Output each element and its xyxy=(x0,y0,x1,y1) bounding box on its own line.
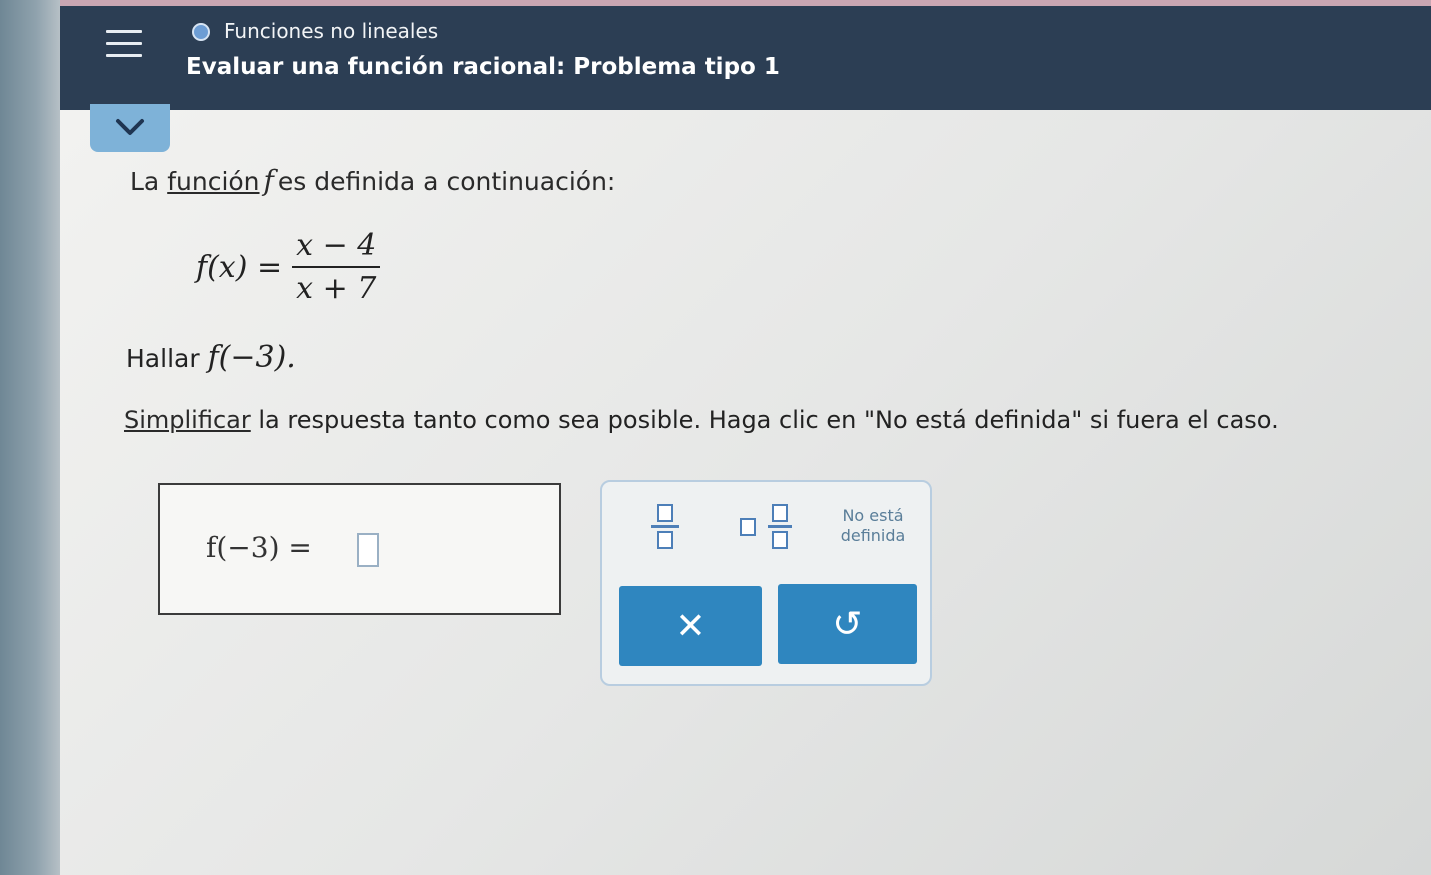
math-toolbox: No está definida ✕ ↺ xyxy=(600,480,932,686)
formula-lhs: f(x) = xyxy=(196,249,283,285)
denominator-box-icon xyxy=(772,531,788,549)
answer-input[interactable] xyxy=(357,533,379,567)
fraction-button[interactable] xyxy=(650,504,680,558)
topic-title: Funciones no lineales xyxy=(224,19,439,43)
function-variable: f xyxy=(263,164,274,197)
find-expression: f(−3). xyxy=(207,340,296,375)
whole-box-icon xyxy=(740,518,756,536)
function-link[interactable]: función xyxy=(167,167,259,196)
header-top-line xyxy=(60,0,1431,6)
undefined-button[interactable]: No está definida xyxy=(828,506,918,546)
answer-label: f(−3) = xyxy=(206,531,312,564)
close-icon: ✕ xyxy=(675,605,706,647)
undefined-label-line2: definida xyxy=(840,526,906,545)
mixed-number-button[interactable] xyxy=(740,504,796,558)
intro-text-before: La xyxy=(130,167,168,196)
clear-button[interactable]: ✕ xyxy=(619,586,762,666)
lesson-title: Evaluar una función racional: Problema t… xyxy=(186,54,780,80)
simplify-link[interactable]: Simplificar xyxy=(124,406,251,434)
numerator-box-icon xyxy=(657,504,673,522)
topic-status-icon xyxy=(192,23,210,41)
function-formula: f(x) = x − 4 x + 7 xyxy=(196,228,381,306)
collapse-button[interactable] xyxy=(90,104,170,152)
formula-numerator: x − 4 xyxy=(292,228,381,268)
undo-button[interactable]: ↺ xyxy=(778,584,917,664)
formula-fraction: x − 4 x + 7 xyxy=(292,228,381,306)
header: Funciones no lineales Evaluar una funció… xyxy=(60,0,1431,110)
intro-text-after: es definida a continuación: xyxy=(277,167,616,196)
formula-denominator: x + 7 xyxy=(296,271,377,306)
instructions: Simplificar la respuesta tanto como sea … xyxy=(124,406,1279,434)
left-strip xyxy=(0,0,60,875)
undo-icon: ↺ xyxy=(832,603,863,645)
problem-intro: La función f es definida a continuación: xyxy=(130,164,615,197)
denominator-box-icon xyxy=(657,531,673,549)
find-prompt: Hallar f(−3). xyxy=(126,340,296,375)
chevron-down-icon xyxy=(116,119,144,135)
menu-icon[interactable] xyxy=(106,30,142,60)
answer-box: f(−3) = xyxy=(158,483,561,615)
undefined-label-line1: No está xyxy=(842,506,904,525)
instructions-text: la respuesta tanto como sea posible. Hag… xyxy=(250,406,1279,434)
find-label: Hallar xyxy=(126,344,200,373)
numerator-box-icon xyxy=(772,504,788,522)
